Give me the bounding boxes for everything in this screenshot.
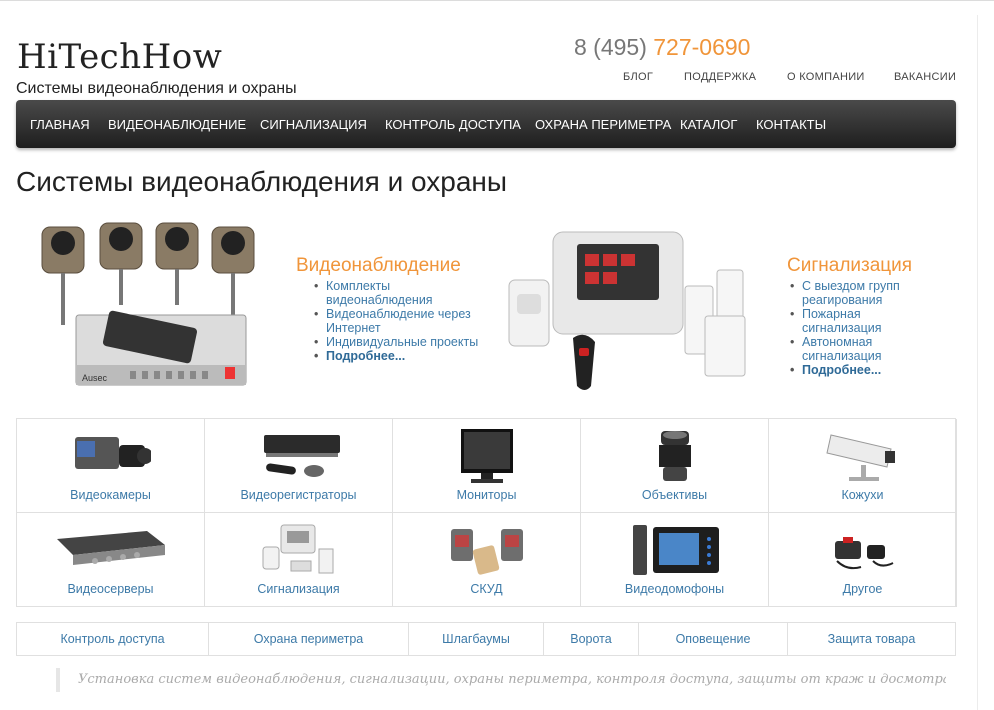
- sub-nav-barriers[interactable]: Шлагбаумы: [409, 623, 544, 655]
- category-label: Мониторы: [456, 488, 517, 502]
- alarm-kit-icon: [262, 524, 333, 574]
- sub-nav-goods-protection[interactable]: Защита товара: [788, 623, 955, 655]
- phone-number: 8 (495) 727-0690: [574, 34, 750, 61]
- promo-alarm-item[interactable]: Пожарная сигнализация: [790, 307, 940, 335]
- sub-nav-perimeter[interactable]: Охрана периметра: [209, 623, 409, 655]
- sub-nav-notification[interactable]: Оповещение: [639, 623, 788, 655]
- promo-alarm-title[interactable]: Сигнализация: [787, 255, 912, 277]
- page: HiTechHow Системы видеонаблюдения и охра…: [0, 0, 994, 710]
- lens-icon: [658, 431, 691, 481]
- promo-video-more-link[interactable]: Подробнее...: [314, 349, 484, 363]
- footer-quote: Установка систем видеонаблюдения, сигнал…: [56, 668, 946, 692]
- housing-icon: [825, 434, 895, 481]
- category-housings[interactable]: Кожухи: [769, 419, 957, 513]
- main-nav-perimeter[interactable]: ОХРАНА ПЕРИМЕТРА: [535, 117, 671, 132]
- dvr-icon: [263, 435, 340, 477]
- promo-video-title[interactable]: Видеонаблюдение: [296, 255, 461, 277]
- top-nav-about[interactable]: О КОМПАНИИ: [787, 71, 865, 83]
- category-video-servers[interactable]: Видеосерверы: [17, 513, 205, 607]
- sub-nav-gates[interactable]: Ворота: [544, 623, 639, 655]
- top-nav-blog[interactable]: БЛОГ: [623, 71, 653, 83]
- promo-video-list: Комплекты видеонаблюдения Видеонаблюдени…: [314, 279, 484, 363]
- page-title: Системы видеонаблюдения и охраны: [16, 166, 507, 197]
- phone-prefix: 8 (495): [574, 34, 647, 60]
- category-other[interactable]: Другое: [769, 513, 957, 607]
- promo-video-item[interactable]: Индивидуальные проекты: [314, 335, 484, 349]
- main-nav-alarm[interactable]: СИГНАЛИЗАЦИЯ: [260, 117, 367, 132]
- category-label: Объективы: [641, 488, 708, 502]
- svg-text:Ausec: Ausec: [82, 373, 108, 383]
- access-control-icon: [450, 529, 523, 575]
- promo-alarm-more-link[interactable]: Подробнее...: [790, 363, 940, 377]
- category-label: Видеодомофоны: [624, 582, 725, 596]
- camera-icon: [74, 437, 151, 469]
- main-nav-access[interactable]: КОНТРОЛЬ ДОСТУПА: [385, 117, 521, 132]
- category-label: Видеосерверы: [67, 582, 154, 596]
- top-nav-support[interactable]: ПОДДЕРЖКА: [684, 71, 756, 83]
- category-label: СКУД: [470, 582, 503, 596]
- video-intercom-icon: [632, 525, 719, 575]
- promo-video-item[interactable]: Комплекты видеонаблюдения: [314, 279, 484, 307]
- category-monitors[interactable]: Мониторы: [393, 419, 581, 513]
- top-nav: БЛОГ ПОДДЕРЖКА О КОМПАНИИ ВАКАНСИИ: [0, 71, 978, 87]
- category-dvr[interactable]: Видеорегистраторы: [205, 419, 393, 513]
- video-server-icon: [56, 531, 165, 565]
- alarm-kit-image[interactable]: [505, 220, 755, 395]
- page-container: HiTechHow Системы видеонаблюдения и охра…: [0, 15, 978, 710]
- category-alarms[interactable]: Сигнализация: [205, 513, 393, 607]
- category-skud[interactable]: СКУД: [393, 513, 581, 607]
- main-nav-contacts[interactable]: КОНТАКТЫ: [756, 117, 826, 132]
- main-nav-home[interactable]: ГЛАВНАЯ: [30, 117, 90, 132]
- main-nav: ГЛАВНАЯ ВИДЕОНАБЛЮДЕНИЕ СИГНАЛИЗАЦИЯ КОН…: [16, 100, 956, 148]
- category-lenses[interactable]: Объективы: [581, 419, 769, 513]
- monitor-icon: [460, 429, 513, 483]
- promo-alarm-list: С выездом групп реагирования Пожарная си…: [790, 279, 940, 377]
- other-icon: [834, 537, 893, 570]
- category-label: Другое: [842, 582, 883, 596]
- main-nav-catalog[interactable]: КАТАЛОГ: [680, 117, 737, 132]
- sub-nav: Контроль доступа Охрана периметра Шлагба…: [16, 622, 956, 656]
- category-video-intercoms[interactable]: Видеодомофоны: [581, 513, 769, 607]
- category-label: Сигнализация: [257, 582, 340, 596]
- top-nav-vacancies[interactable]: ВАКАНСИИ: [894, 71, 956, 83]
- main-nav-video[interactable]: ВИДЕОНАБЛЮДЕНИЕ: [108, 117, 246, 132]
- promo-video-item[interactable]: Видеонаблюдение через Интернет: [314, 307, 484, 335]
- phone-digits: 727-0690: [653, 34, 751, 60]
- category-label: Кожухи: [841, 488, 884, 502]
- cctv-kit-image[interactable]: Ausec: [30, 215, 270, 395]
- sub-nav-access-control[interactable]: Контроль доступа: [17, 623, 209, 655]
- category-label: Видеорегистраторы: [240, 488, 357, 502]
- category-label: Видеокамеры: [70, 488, 151, 502]
- category-grid: Видеокамеры Видеорегистраторы Мониторы О…: [16, 418, 957, 607]
- promo-alarm-item[interactable]: С выездом групп реагирования: [790, 279, 940, 307]
- promo-alarm-item[interactable]: Автономная сигнализация: [790, 335, 940, 363]
- category-cameras[interactable]: Видеокамеры: [17, 419, 205, 513]
